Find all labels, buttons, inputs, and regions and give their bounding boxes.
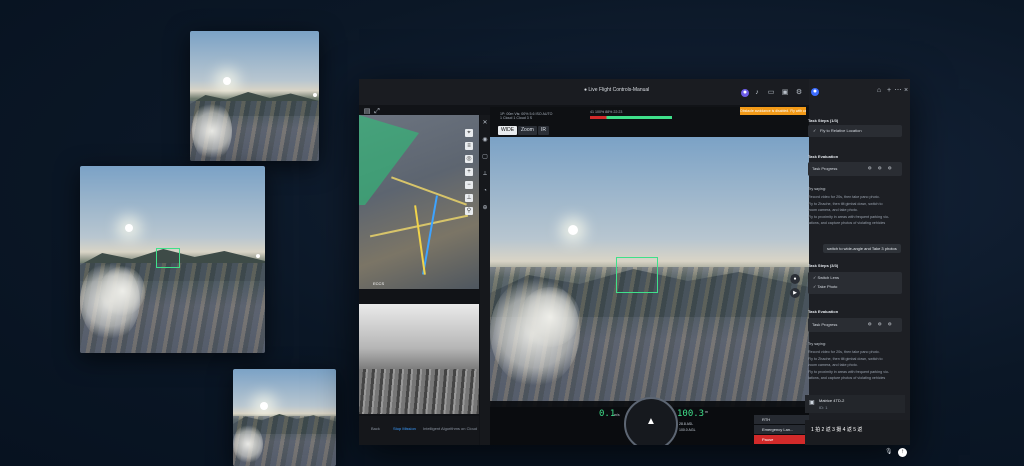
obstacle-alert-banner: Obstacle avoidance is disabled. Fly with… (740, 107, 806, 115)
title-bar: ▤ ⤢ ● Live Flight Controls-Manual ● ♪ ▭ … (359, 79, 809, 115)
drone-icon: ▣ (809, 400, 815, 406)
drone-card[interactable]: ▣ Matrice 4TD-2 ID: 1 (805, 395, 905, 413)
asl-readout: 28.8 ASL (679, 422, 694, 426)
settings-gear-icon[interactable]: ⚙ (795, 89, 803, 97)
telemetry-bar: 1P: 00m Vis: 00% 5.6 ISO AUTO 1 Cloud 1 … (490, 107, 809, 137)
map-toolbar: ⌖ ≡ ◎ + − ⊥ ⚲ (465, 129, 475, 220)
mode-wide-button[interactable]: WIDE (498, 126, 518, 135)
record-icon[interactable]: ▶ (790, 288, 800, 298)
task-evaluation-title: Task Evaluation (808, 154, 839, 159)
agl-readout: 100.0 AGL (679, 428, 696, 432)
vertical-toolbar: ✕ ◉ ▢ ⟂ ◔ ⊕ (480, 115, 490, 445)
thumbnail-top (190, 31, 319, 161)
altitude-unit: m (705, 410, 708, 414)
user-avatar-icon[interactable]: ● (741, 89, 749, 97)
check-icon: ✓ (813, 128, 817, 133)
zoom-icon[interactable]: ⊕ (481, 204, 489, 212)
heading-arrow-icon: ▲ (646, 416, 656, 427)
speed-unit: m/s (614, 413, 620, 417)
quick-steps[interactable]: 1 拍 2 返 3 摄 4 返 5 返 (811, 426, 862, 433)
crosshair-icon[interactable]: ✕ (481, 119, 489, 127)
coverage-area (359, 115, 419, 205)
task-progress-row-2[interactable]: Task Progress ◍ ◍ ◍ (808, 318, 902, 332)
notification-bell-icon[interactable]: ♪ (753, 89, 761, 97)
measure-icon[interactable]: ⟂ (481, 170, 489, 178)
task-steps-list-2[interactable]: ✓ Switch Lens ✓ Take Photo (808, 272, 902, 294)
center-reticle (616, 257, 658, 293)
pause-button[interactable]: Pause (754, 435, 809, 444)
thumbnail-middle (80, 166, 265, 353)
send-button-icon[interactable]: ↑ (898, 448, 907, 457)
mode-zoom-button[interactable]: Zoom (518, 126, 537, 135)
command-input[interactable]: 1 拍 2 返 3 摄 4 返 5 返 (805, 420, 910, 445)
bottom-tabs: Back Stop Mission Intelligent Algorithms… (359, 416, 479, 445)
compass-icon[interactable]: ⌖ (465, 129, 473, 137)
attitude-compass: ▲ (624, 397, 678, 445)
dislike-icon[interactable]: ◍ (878, 321, 882, 326)
like-icon[interactable]: ◍ (868, 321, 872, 326)
telemetry-line-2: 1 Cloud 1 Cloud 3 S (500, 116, 533, 120)
task-progress-row[interactable]: Task Progress ◍ ◍ ◍ (808, 162, 902, 176)
zoom-out-icon[interactable]: − (465, 181, 473, 189)
task-steps-header: Task Steps (1/3) (808, 118, 839, 123)
rth-button[interactable]: RTH (754, 415, 809, 424)
tip-title-2: Try saying: (808, 342, 826, 346)
tip-title-1: Try saying: (808, 187, 826, 191)
copy-icon[interactable]: ◍ (888, 165, 892, 170)
map-view[interactable]: ECCS (359, 115, 479, 289)
tip-list-1: Record video for 20s, then take pano pho… (808, 195, 890, 225)
tab-back[interactable]: Back (371, 426, 380, 431)
zoom-in-icon[interactable]: + (465, 168, 473, 176)
history-icon[interactable]: ⌂ (875, 87, 883, 95)
task-evaluation-title-2: Task Evaluation (808, 309, 839, 314)
pin-icon[interactable]: ⚲ (465, 207, 473, 215)
layers-icon[interactable]: ≡ (465, 142, 473, 150)
tab-stop-mission[interactable]: Stop Mission (393, 426, 416, 431)
dial-icon[interactable]: ◔ (481, 187, 489, 195)
tip-list-2: Record video for 20s, then take pano pho… (808, 350, 890, 380)
screen-icon[interactable]: ▣ (781, 89, 789, 97)
user-command-chip: switch to wide-angle and Take 3 photos (823, 244, 901, 253)
copy-icon[interactable]: ◍ (888, 321, 892, 326)
drone-id: ID: 1 (819, 405, 828, 410)
locate-icon[interactable]: ◎ (465, 155, 473, 163)
ruler-icon[interactable]: ⊥ (465, 194, 473, 202)
thumbnail-bottom (233, 369, 336, 466)
new-chat-icon[interactable]: + (885, 87, 893, 95)
emergency-landing-button[interactable]: Emergency Lan... (754, 425, 809, 434)
speed-readout: 0.1 (599, 409, 616, 419)
task-steps-header-2: Task Steps (3/3) (808, 263, 839, 268)
infrared-view[interactable] (359, 304, 479, 414)
focus-icon[interactable]: ▢ (481, 153, 489, 161)
like-icon[interactable]: ◍ (868, 165, 872, 170)
tab-intelligent-algorithms[interactable]: Intelligent Algorithms on Cloud (423, 426, 477, 431)
map-label: ECCS (373, 281, 385, 286)
flight-actions-menu: RTH Emergency Lan... Pause (754, 415, 809, 445)
microphone-icon[interactable]: 🎙 (885, 448, 893, 455)
altitude-readout: 100.3 (677, 409, 705, 419)
drone-name: Matrice 4TD-2 (819, 398, 845, 403)
capture-icon[interactable]: ● (790, 274, 800, 284)
dislike-icon[interactable]: ◍ (878, 165, 882, 170)
status-strip: 41 100% 88% 22:23 (590, 110, 623, 114)
live-camera-view[interactable] (490, 137, 809, 407)
task-step-item[interactable]: ✓ Fly to Relative Location (808, 125, 902, 137)
window-title: ● Live Flight Controls-Manual (584, 87, 650, 93)
agent-avatar-icon: ● (811, 88, 819, 96)
target-icon[interactable]: ◉ (481, 136, 489, 144)
camera-side-tools: ● ▶ (790, 274, 800, 302)
more-icon[interactable]: ⋯ (894, 87, 902, 95)
close-icon[interactable]: × (902, 87, 910, 95)
layout-icon[interactable]: ▭ (767, 89, 775, 97)
mode-ir-button[interactable]: IR (538, 126, 549, 135)
